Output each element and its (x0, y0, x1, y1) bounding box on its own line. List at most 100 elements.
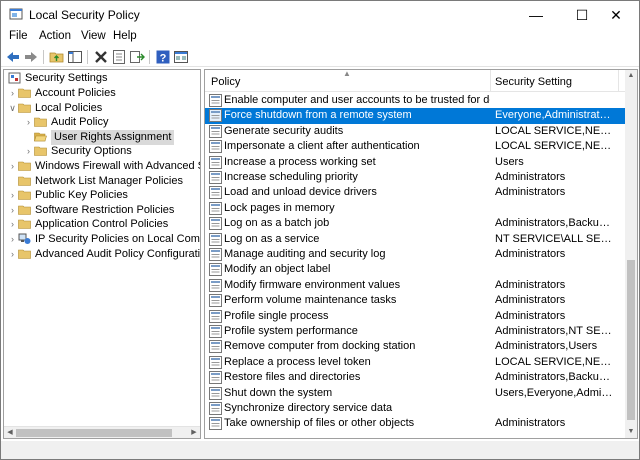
scroll-right-arrow-icon[interactable]: ▶ (188, 427, 200, 438)
policy-row[interactable]: Shut down the system Users,Everyone,Admin… (205, 386, 626, 401)
policy-setting: Administrators,Backup ... (495, 217, 613, 230)
policy-name: Profile single process (224, 309, 329, 322)
tree-item-label: User Rights Assignment (51, 129, 175, 145)
up-folder-icon[interactable] (49, 49, 65, 65)
policy-row[interactable]: Lock pages in memory (205, 201, 626, 216)
policy-row[interactable]: Profile system performance Administrators… (205, 324, 626, 339)
show-hide-tree-icon[interactable] (67, 49, 83, 65)
chevron-right-icon[interactable]: › (8, 188, 17, 203)
policy-row[interactable]: Increase scheduling priority Administrato… (205, 170, 626, 185)
policy-name: Synchronize directory service data (224, 402, 393, 414)
chevron-right-icon[interactable]: › (8, 203, 17, 218)
policy-name: Load and unload device drivers (224, 186, 377, 199)
policy-row[interactable]: Force shutdown from a remote system Every… (205, 108, 626, 124)
menu-file[interactable]: File (9, 30, 28, 42)
scroll-thumb[interactable] (16, 429, 172, 437)
tree-item-label: Advanced Audit Policy Configuration (35, 247, 201, 260)
policy-name: Lock pages in memory (224, 201, 335, 214)
policy-row[interactable]: Load and unload device drivers Administra… (205, 185, 626, 200)
policy-row[interactable]: Impersonate a client after authenticatio… (205, 139, 626, 154)
scroll-up-arrow-icon[interactable]: ▲ (625, 70, 637, 82)
column-header-security-setting[interactable]: Security Setting (495, 76, 572, 88)
policy-icon (209, 417, 222, 431)
help-icon[interactable]: ? (155, 49, 171, 65)
policy-row[interactable]: Modify an object label (205, 262, 626, 277)
policy-icon (209, 325, 222, 338)
policy-setting: Users (495, 155, 524, 168)
folder-icon (18, 88, 31, 98)
menu-help[interactable]: Help (113, 30, 137, 42)
policy-setting: Users,Everyone,Administ... (495, 386, 613, 399)
chevron-right-icon[interactable]: › (8, 217, 17, 232)
policy-name: Modify an object label (224, 263, 331, 276)
policy-setting: Administrators,NT SERVI... (495, 325, 613, 337)
list-vertical-scrollbar[interactable]: ▲ ▼ (625, 70, 637, 438)
tree-pane[interactable]: Security Settings › Account Policies ∨ Loca… (3, 69, 201, 439)
menu-view[interactable]: View (81, 30, 106, 42)
policy-row[interactable]: Replace a process level token LOCAL SERVI… (205, 355, 626, 370)
column-divider[interactable] (618, 70, 619, 92)
tree-horizontal-scrollbar[interactable]: ◀ ▶ (4, 426, 200, 438)
policy-setting: Administrators (495, 186, 566, 199)
policy-name: Impersonate a client after authenticatio… (224, 140, 420, 153)
policy-row[interactable]: Perform volume maintenance tasks Administ… (205, 293, 626, 308)
chevron-down-icon[interactable]: ∨ (8, 101, 17, 116)
delete-icon[interactable] (93, 49, 109, 65)
close-button[interactable]: ✕ (593, 1, 639, 29)
policy-icon (209, 355, 222, 369)
policy-row[interactable]: Restore files and directories Administrat… (205, 370, 626, 385)
policy-name: Shut down the system (224, 386, 333, 399)
policy-setting: Administrators,Users (495, 340, 598, 353)
chevron-right-icon[interactable]: › (8, 232, 17, 247)
tree-item-label: Software Restriction Policies (35, 203, 175, 216)
policy-name: Modify firmware environment values (224, 278, 401, 291)
policy-row[interactable]: Enable computer and user accounts to be … (205, 93, 626, 108)
console-icon[interactable] (173, 49, 189, 65)
policy-row[interactable]: Generate security audits LOCAL SERVICE,NE… (205, 124, 626, 139)
policy-row[interactable]: Manage auditing and security log Administ… (205, 247, 626, 262)
back-arrow-icon[interactable] (5, 49, 21, 65)
chevron-right-icon[interactable]: › (24, 115, 33, 130)
policy-icon (209, 217, 222, 231)
policy-row[interactable]: Synchronize directory service data (205, 401, 626, 416)
local-security-policy-window: Local Security Policy — ☐ ✕ File Action … (0, 0, 640, 460)
tree-item-label: Audit Policy (51, 116, 109, 129)
menu-action[interactable]: Action (39, 30, 71, 42)
tree-item-label: Public Key Policies (35, 189, 128, 202)
scroll-down-arrow-icon[interactable]: ▼ (625, 426, 637, 438)
scroll-left-arrow-icon[interactable]: ◀ (4, 427, 16, 438)
column-divider[interactable] (490, 70, 491, 92)
tree-item-label: Network List Manager Policies (35, 174, 183, 187)
export-list-icon[interactable] (129, 49, 145, 65)
policy-icon (209, 309, 222, 323)
toolbar-separator (87, 50, 88, 64)
policy-setting: Administrators (495, 417, 566, 430)
chevron-right-icon[interactable]: › (8, 159, 17, 174)
policy-row[interactable]: Take ownership of files or other objects… (205, 416, 626, 431)
forward-arrow-icon[interactable] (23, 49, 39, 65)
minimize-button[interactable]: — (513, 1, 559, 29)
policy-setting: Administrators (495, 171, 566, 183)
policy-row[interactable]: Log on as a service NT SERVICE\ALL SERVIC… (205, 232, 626, 247)
policy-list-pane[interactable]: ▲ Policy Security Setting Enable compute… (204, 69, 638, 439)
properties-icon[interactable] (111, 49, 127, 65)
policy-row[interactable]: Remove computer from docking station Admi… (205, 339, 626, 354)
policy-setting: LOCAL SERVICE,NETWO... (495, 355, 613, 368)
policy-row[interactable]: Increase a process working set Users (205, 155, 626, 170)
chevron-right-icon[interactable]: › (24, 144, 33, 159)
policy-setting: Administrators (495, 278, 566, 291)
chevron-right-icon[interactable]: › (8, 86, 17, 101)
policy-row[interactable]: Profile single process Administrators (205, 309, 626, 324)
policy-icon (209, 140, 222, 154)
column-header-policy[interactable]: Policy (211, 76, 240, 88)
folder-icon (18, 176, 31, 186)
chevron-right-icon[interactable]: › (8, 247, 17, 262)
title-bar[interactable]: Local Security Policy — ☐ ✕ (1, 1, 639, 29)
status-bar (1, 441, 639, 459)
svg-text:?: ? (160, 53, 167, 65)
policy-icon (209, 402, 222, 415)
policy-row[interactable]: Modify firmware environment values Admini… (205, 278, 626, 293)
policy-row[interactable]: Log on as a batch job Administrators,Back… (205, 216, 626, 231)
scroll-thumb[interactable] (627, 260, 635, 420)
policy-icon (209, 263, 222, 277)
